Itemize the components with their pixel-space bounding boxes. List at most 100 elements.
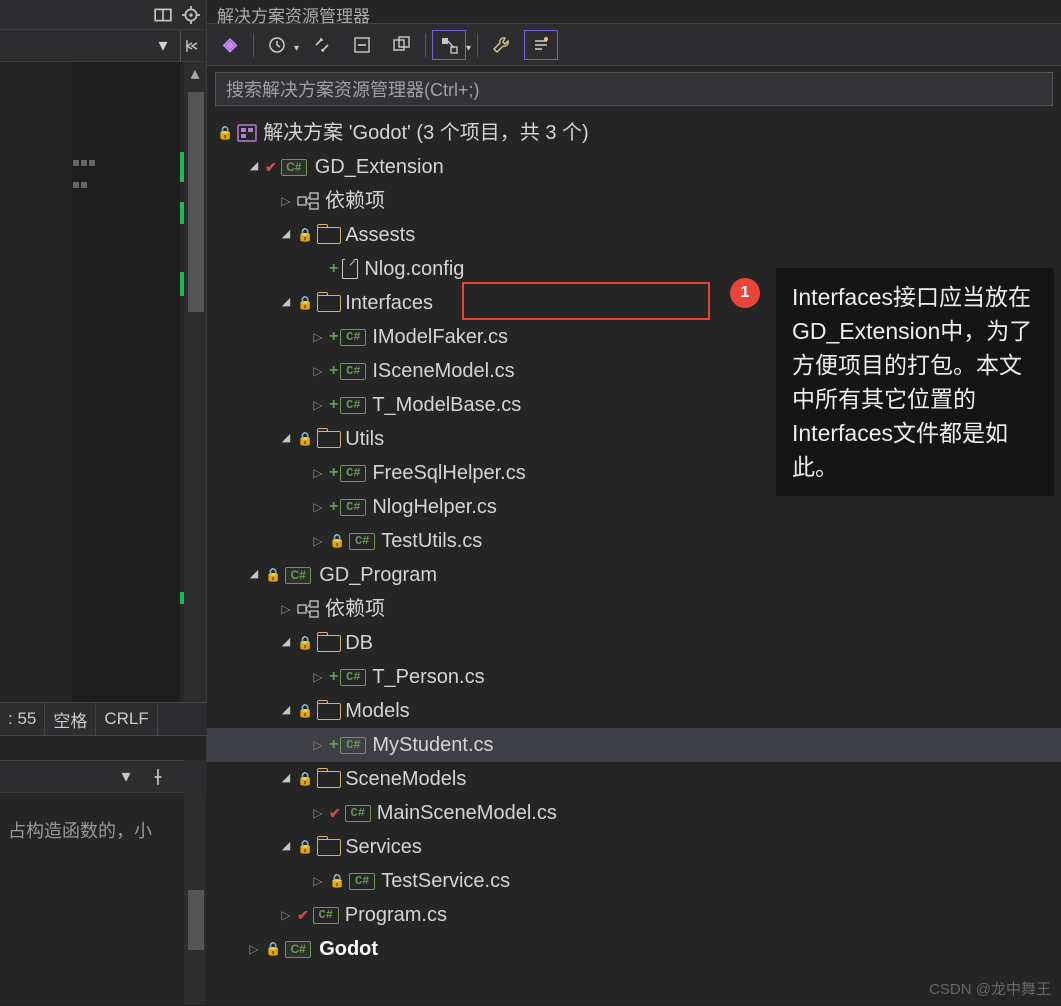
folder-models[interactable]: 🔒 Models [207,694,1061,728]
expand-icon[interactable] [279,704,293,718]
wrench-button[interactable] [484,30,518,60]
file-mystudent[interactable]: + C# MyStudent.cs [207,728,1061,762]
csharp-icon: C# [340,737,366,754]
expand-icon[interactable] [311,806,325,820]
expand-icon[interactable] [279,840,293,854]
expand-icon[interactable] [247,942,261,956]
solution-tree: 🔒 解决方案 'Godot' (3 个项目，共 3 个) ✔ C# GD_Ext… [207,112,1061,1006]
expand-icon[interactable] [279,296,293,310]
status-spaces[interactable]: 空格 [45,703,96,735]
preview-button[interactable] [432,30,466,60]
explorer-toolbar: ◈ ▾ ▾ [207,24,1061,66]
dependencies-node[interactable]: 依赖项 [207,184,1061,218]
panel-scrollbar[interactable] [184,760,206,1005]
folder-db[interactable]: 🔒 DB [207,626,1061,660]
solution-node[interactable]: 🔒 解决方案 'Godot' (3 个项目，共 3 个) [207,116,1061,150]
expand-icon[interactable] [247,568,261,582]
file-tperson[interactable]: + C# T_Person.cs [207,660,1061,694]
output-panel: ▾ ✕ 占构造函数的，小 [0,760,207,1005]
expand-icon[interactable] [311,500,325,514]
file-testutils[interactable]: 🔒 C# TestUtils.cs [207,524,1061,558]
file-mainscenemodel[interactable]: ✔ C# MainSceneModel.cs [207,796,1061,830]
show-all-button[interactable] [385,30,419,60]
folder-assets[interactable]: 🔒 Assests [207,218,1061,252]
sync-button[interactable] [305,30,339,60]
deps-label: 依赖项 [325,185,385,217]
csharp-icon: C# [313,907,339,924]
file-program[interactable]: ✔ C# Program.cs [207,898,1061,932]
csproj-icon: C# [285,567,311,584]
status-col: : 55 [0,703,45,735]
expand-icon[interactable] [247,160,261,174]
home-button[interactable]: ◈ [213,30,247,60]
folder-icon [317,295,339,312]
history-button[interactable] [260,30,294,60]
folder-icon [317,227,339,244]
file-label: FreeSqlHelper.cs [372,457,525,489]
solution-icon [237,124,257,142]
separator [253,33,254,57]
expand-icon[interactable] [279,228,293,242]
scroll-up-icon[interactable]: ▴ [184,62,206,84]
annotation-text: Interfaces接口应当放在GD_Extension中，为了方便项目的打包。… [776,268,1054,496]
project-label: Godot [319,933,378,965]
dependencies-node[interactable]: 依赖项 [207,592,1061,626]
scroll-thumb[interactable] [188,890,204,950]
status-bar: : 55 空格 CRLF [0,702,207,736]
expand-icon[interactable] [279,908,293,922]
csharp-icon: C# [340,669,366,686]
csharp-icon: C# [349,873,375,890]
plus-icon: + [329,491,338,523]
lock-icon: 🔒 [297,695,313,727]
project-gd-extension[interactable]: ✔ C# GD_Extension [207,150,1061,184]
expand-icon[interactable] [279,194,293,208]
expand-icon[interactable] [311,364,325,378]
lock-icon: 🔒 [297,763,313,795]
expand-icon[interactable] [279,602,293,616]
file-label: T_ModelBase.cs [372,389,521,421]
csharp-icon: C# [349,533,375,550]
expand-icon[interactable] [311,670,325,684]
project-godot[interactable]: 🔒 C# Godot [207,932,1061,966]
separator [477,33,478,57]
folder-icon [317,703,339,720]
project-gd-program[interactable]: 🔒 C# GD_Program [207,558,1061,592]
expand-icon[interactable] [311,330,325,344]
folder-services[interactable]: 🔒 Services [207,830,1061,864]
editor-top-toolbar [0,0,206,30]
csharp-icon: C# [345,805,371,822]
pin-icon[interactable] [149,768,167,786]
expand-icon[interactable] [311,874,325,888]
editor-scrollbar[interactable]: ▴ [184,62,206,702]
lock-icon: 🔒 [297,219,313,251]
csharp-icon: C# [340,363,366,380]
lock-icon: 🔒 [265,559,281,591]
expand-icon[interactable] [311,466,325,480]
expand-icon[interactable] [279,432,293,446]
plus-icon: + [329,457,338,489]
expand-icon[interactable] [311,398,325,412]
plus-icon: + [329,661,338,693]
expand-icon[interactable] [311,534,325,548]
gear-icon[interactable] [182,6,200,24]
expand-icon[interactable] [279,636,293,650]
expand-icon[interactable] [279,772,293,786]
split-icon[interactable] [154,6,172,24]
folder-label: Assests [345,219,415,251]
folder-label: Models [345,695,409,727]
scroll-thumb[interactable] [188,92,204,312]
folder-scenemodels[interactable]: 🔒 SceneModels [207,762,1061,796]
plus-icon: + [329,389,338,421]
dropdown-icon[interactable]: ▾ [117,768,135,786]
properties-button[interactable] [524,30,558,60]
align-icon[interactable] [180,31,202,61]
panel-title: 解决方案资源管理器 [207,0,1061,24]
collapse-all-button[interactable] [345,30,379,60]
dropdown-icon[interactable]: ▾ [154,37,172,55]
check-icon: ✔ [265,151,277,183]
search-input[interactable]: 搜索解决方案资源管理器(Ctrl+;) [215,72,1053,106]
file-testservice[interactable]: 🔒 C# TestService.cs [207,864,1061,898]
expand-icon[interactable] [311,738,325,752]
plus-icon: + [329,253,338,285]
status-crlf[interactable]: CRLF [96,703,157,735]
